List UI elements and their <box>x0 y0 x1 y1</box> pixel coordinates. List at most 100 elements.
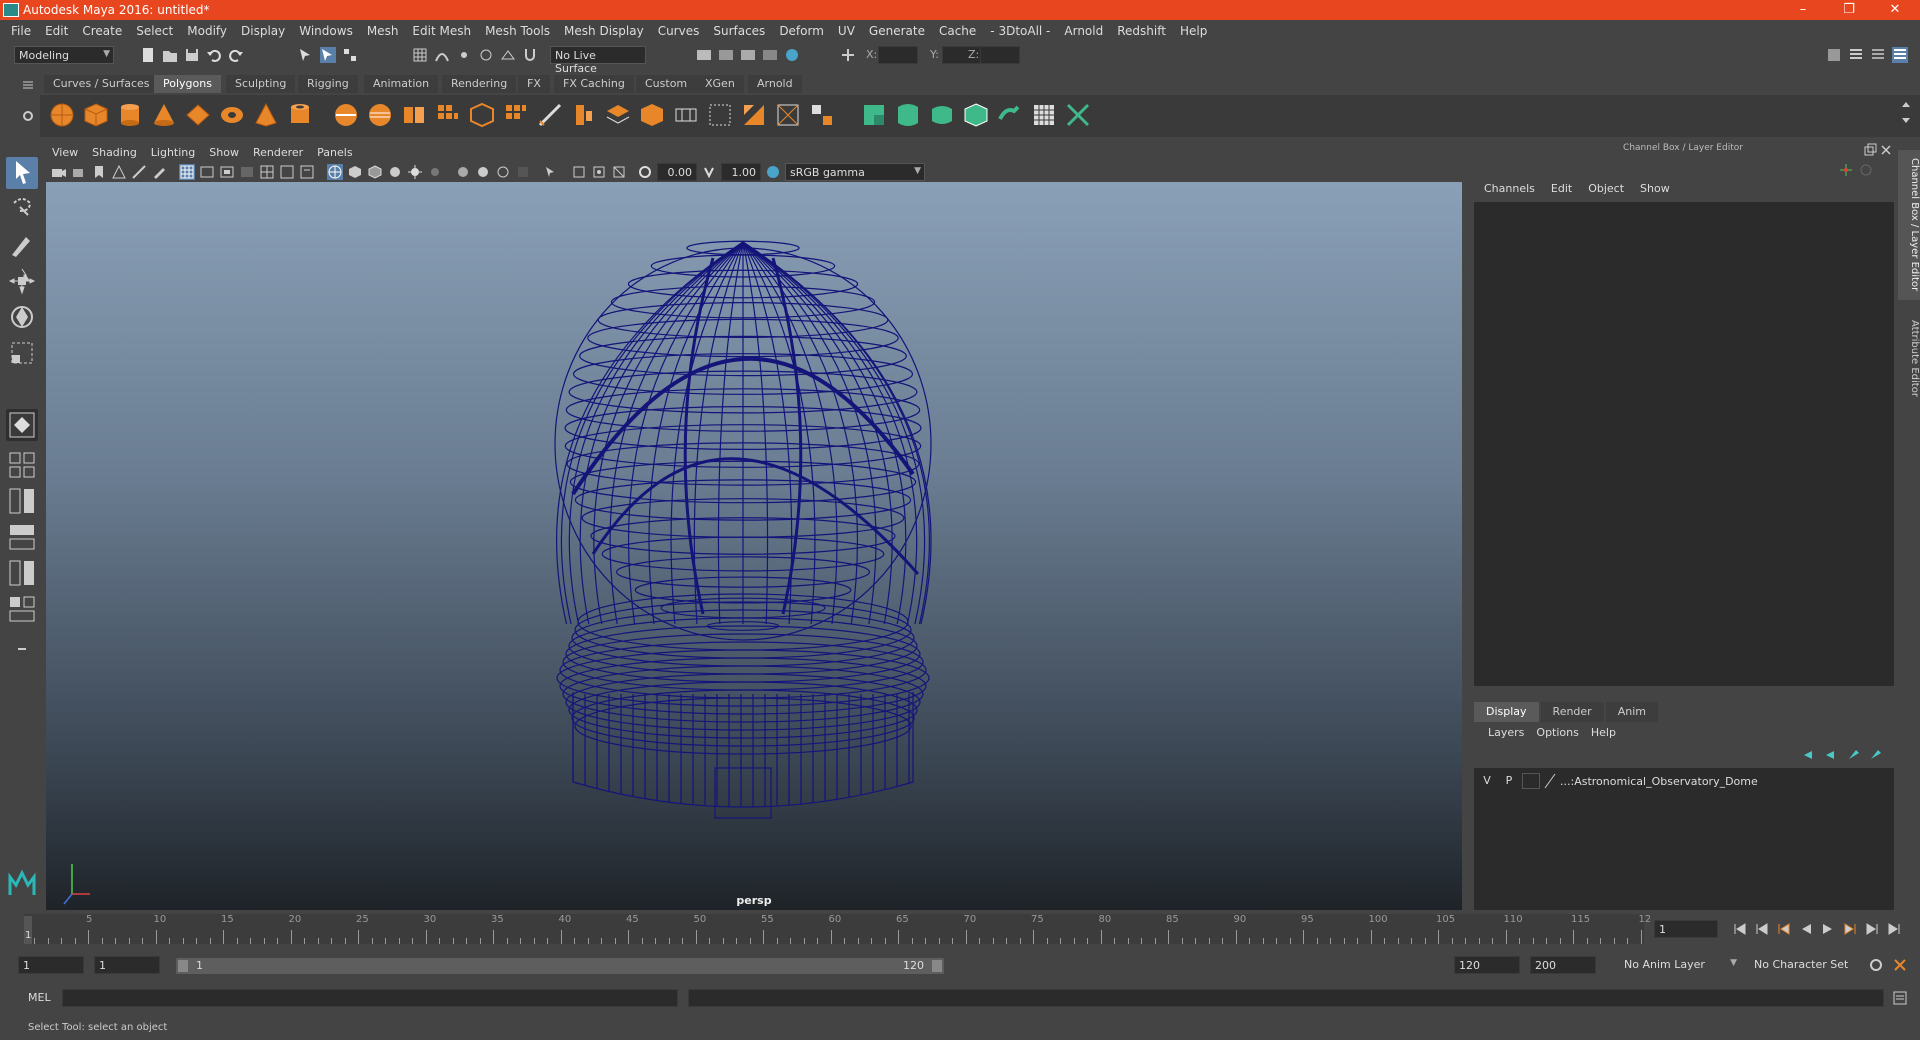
animation-preferences-icon[interactable] <box>1892 957 1908 973</box>
shelf-settings-icon[interactable] <box>20 108 36 124</box>
append-polygon-icon[interactable] <box>604 101 632 129</box>
le-menu-options[interactable]: Options <box>1530 726 1584 739</box>
layout-options-icon[interactable] <box>6 633 38 665</box>
cb-menu-edit[interactable]: Edit <box>1543 182 1580 195</box>
move-tool-icon[interactable] <box>6 265 38 297</box>
menu-modify[interactable]: Modify <box>180 24 234 38</box>
uv-editor-icon[interactable] <box>1064 101 1092 129</box>
smooth-shade-icon[interactable] <box>347 164 363 180</box>
tab-polygons[interactable]: Polygons <box>154 75 221 93</box>
persp-outliner-layout-icon[interactable] <box>6 485 38 517</box>
tab-xgen[interactable]: XGen <box>696 75 744 93</box>
camera-select-icon[interactable] <box>51 164 67 180</box>
tool-settings-icon[interactable] <box>1870 47 1886 63</box>
go-to-end-icon[interactable] <box>1886 921 1902 937</box>
step-forward-key-icon[interactable] <box>1864 921 1880 937</box>
four-view-layout-icon[interactable] <box>6 449 38 481</box>
maya-home-icon[interactable] <box>6 867 38 899</box>
auto-key-icon[interactable] <box>1868 957 1884 973</box>
menu-file[interactable]: File <box>4 24 38 38</box>
shadows-icon[interactable] <box>427 164 443 180</box>
undo-icon[interactable] <box>206 47 222 63</box>
lasso-tool-icon[interactable] <box>6 193 38 225</box>
menu-mesh-display[interactable]: Mesh Display <box>557 24 651 38</box>
poly-pipe-icon[interactable] <box>286 101 314 129</box>
close-panel-icon[interactable] <box>1878 142 1894 158</box>
mode-dropdown[interactable]: Modeling ▼ <box>14 46 114 64</box>
tab-rigging[interactable]: Rigging <box>298 75 358 93</box>
channel-box-body[interactable] <box>1474 202 1894 686</box>
separate-icon[interactable] <box>366 101 394 129</box>
gamma-icon[interactable] <box>701 164 717 180</box>
new-empty-layer-icon[interactable] <box>1846 747 1862 763</box>
playback-start-field[interactable]: 1 <box>94 956 160 974</box>
layer-playback-toggle[interactable]: P <box>1500 773 1518 789</box>
bridge-icon[interactable] <box>570 101 598 129</box>
speed-icon[interactable] <box>1858 162 1874 178</box>
layer-visibility-toggle[interactable]: V <box>1478 773 1496 789</box>
viewport-menu-panels[interactable]: Panels <box>310 146 359 159</box>
uv-cylindrical-icon[interactable] <box>894 101 922 129</box>
poly-sphere-icon[interactable] <box>48 101 76 129</box>
step-back-key-icon[interactable] <box>1754 921 1770 937</box>
menu-mesh-tools[interactable]: Mesh Tools <box>478 24 557 38</box>
target-weld-icon[interactable] <box>706 101 734 129</box>
render-region-icon[interactable] <box>718 47 734 63</box>
snap-grid-icon[interactable] <box>412 47 428 63</box>
tab-anim[interactable]: Anim <box>1605 702 1658 722</box>
open-scene-icon[interactable] <box>162 47 178 63</box>
character-set-dropdown[interactable]: No Character Set <box>1750 956 1864 974</box>
command-input[interactable] <box>62 989 678 1007</box>
shelf-scroll-down-icon[interactable] <box>1898 112 1914 128</box>
grid-toggle-icon[interactable] <box>179 164 195 180</box>
camera-attributes-icon[interactable] <box>71 164 87 180</box>
snap-curve-icon[interactable] <box>434 47 450 63</box>
tab-animation[interactable]: Animation <box>364 75 439 93</box>
safe-action-icon[interactable] <box>279 164 295 180</box>
step-back-frame-icon[interactable] <box>1776 921 1792 937</box>
exposure-field[interactable]: 0.00 <box>657 163 697 181</box>
multi-cut-icon[interactable] <box>536 101 564 129</box>
uv-spherical-icon[interactable] <box>928 101 956 129</box>
rotate-tool-icon[interactable] <box>6 301 38 333</box>
menu-select[interactable]: Select <box>129 24 180 38</box>
edge-loop-icon[interactable] <box>774 101 802 129</box>
image-plane-icon[interactable] <box>111 164 127 180</box>
bookmark-icon[interactable] <box>91 164 107 180</box>
tab-attribute-editor[interactable]: Attribute Editor <box>1898 308 1920 408</box>
gate-mask-icon[interactable] <box>239 164 255 180</box>
tab-arnold[interactable]: Arnold <box>748 75 802 93</box>
uv-automatic-icon[interactable] <box>962 101 990 129</box>
layer-name[interactable]: ...:Astronomical_Observatory_Dome <box>1560 775 1758 788</box>
manipulator-icon[interactable] <box>1838 162 1854 178</box>
view-transform-dropdown[interactable]: sRGB gamma ▼ <box>785 163 925 181</box>
persp-graph-layout-icon[interactable] <box>6 521 38 553</box>
poly-pyramid-icon[interactable] <box>252 101 280 129</box>
channel-box-toggle-icon[interactable] <box>1892 47 1908 63</box>
tab-curves-surfaces[interactable]: Curves / Surfaces <box>44 75 159 93</box>
poly-cylinder-icon[interactable] <box>116 101 144 129</box>
multisample-aa-icon[interactable] <box>495 164 511 180</box>
move-layer-up-icon[interactable] <box>1800 747 1816 763</box>
menu-surfaces[interactable]: Surfaces <box>706 24 772 38</box>
resolution-gate-icon[interactable] <box>219 164 235 180</box>
menu-arnold[interactable]: Arnold <box>1057 24 1110 38</box>
menu-windows[interactable]: Windows <box>292 24 360 38</box>
snap-view-icon[interactable] <box>478 47 494 63</box>
attribute-editor-toggle-icon[interactable] <box>1848 47 1864 63</box>
render-settings-icon[interactable] <box>762 47 778 63</box>
float-panel-icon[interactable] <box>1862 142 1878 158</box>
menu-create[interactable]: Create <box>75 24 129 38</box>
tab-channel-box-layer-editor[interactable]: Channel Box / Layer Editor <box>1898 150 1920 300</box>
tab-rendering[interactable]: Rendering <box>442 75 517 93</box>
select-hierarchy-icon[interactable] <box>298 47 314 63</box>
layer-display-type-toggle[interactable] <box>1522 773 1540 789</box>
tab-fx[interactable]: FX <box>518 75 550 93</box>
scale-tool-icon[interactable] <box>6 337 38 369</box>
new-layer-from-selection-icon[interactable] <box>1868 747 1884 763</box>
viewport-menu-lighting[interactable]: Lighting <box>144 146 202 159</box>
range-slider[interactable]: 1 120 <box>176 958 944 974</box>
hypershade-layout-icon[interactable] <box>6 557 38 589</box>
2d-pan-zoom-icon[interactable] <box>131 164 147 180</box>
menu-edit[interactable]: Edit <box>38 24 75 38</box>
